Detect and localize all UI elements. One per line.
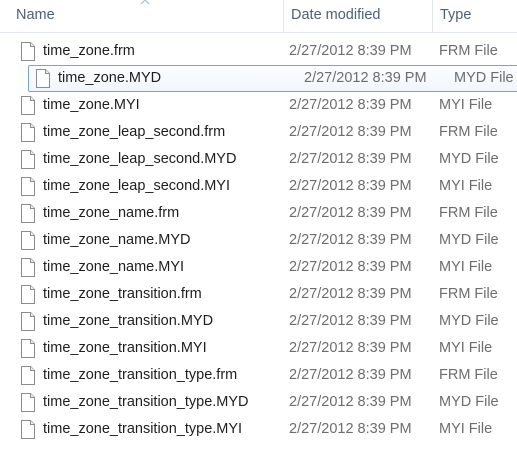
file-name: time_zone_leap_second.MYD [43, 151, 237, 167]
generic-file-icon [21, 96, 35, 115]
file-date-modified: 2/27/2012 8:39 PM [289, 178, 412, 194]
file-type: MYD File [454, 70, 514, 86]
file-date-modified: 2/27/2012 8:39 PM [289, 286, 412, 302]
generic-file-icon [21, 312, 35, 331]
file-date-modified: 2/27/2012 8:39 PM [289, 313, 412, 329]
generic-file-icon [21, 150, 35, 169]
file-name: time_zone_leap_second.MYI [43, 178, 231, 194]
generic-file-icon [21, 393, 35, 412]
generic-file-icon [21, 204, 35, 223]
file-type: MYI File [439, 259, 493, 275]
file-type: MYI File [439, 97, 493, 113]
column-header-date-modified[interactable]: Date modified [283, 0, 432, 32]
file-name: time_zone.MYI [43, 97, 140, 113]
file-date-modified: 2/27/2012 8:39 PM [289, 43, 412, 59]
file-date-modified: 2/27/2012 8:39 PM [289, 124, 412, 140]
file-row[interactable]: time_zone_leap_second.MYD 2/27/2012 8:39 … [0, 146, 517, 173]
file-row[interactable]: time_zone_transition.MYD 2/27/2012 8:39 P… [0, 308, 517, 335]
file-type: FRM File [439, 124, 498, 140]
file-list-view: Name Date modified Type time_zone.frm 2/2… [0, 0, 517, 462]
column-header-name-label: Name [16, 7, 55, 23]
file-type: MYI File [439, 421, 493, 437]
generic-file-icon [21, 177, 35, 196]
file-name: time_zone_transition_type.MYD [43, 394, 249, 410]
file-row[interactable]: time_zone_transition_type.frm 2/27/2012 8… [0, 362, 517, 389]
generic-file-icon [21, 420, 35, 439]
file-name: time_zone_transition.MYI [43, 340, 207, 356]
file-row[interactable]: time_zone_transition.frm 2/27/2012 8:39 P… [0, 281, 517, 308]
file-row[interactable]: time_zone_name.frm 2/27/2012 8:39 PM FRM F… [0, 200, 517, 227]
file-row[interactable]: time_zone_transition.MYI 2/27/2012 8:39 P… [0, 335, 517, 362]
file-type: MYD File [439, 151, 499, 167]
file-date-modified: 2/27/2012 8:39 PM [289, 421, 412, 437]
column-header-name[interactable]: Name [0, 0, 283, 32]
file-name: time_zone_transition.MYD [43, 313, 214, 329]
file-date-modified: 2/27/2012 8:39 PM [289, 97, 412, 113]
file-row[interactable]: time_zone_leap_second.MYI 2/27/2012 8:39 … [0, 173, 517, 200]
file-name: time_zone.MYD [58, 70, 162, 86]
file-name: time_zone_name.frm [43, 205, 180, 221]
file-type: MYD File [439, 232, 499, 248]
file-type: FRM File [439, 367, 498, 383]
file-date-modified: 2/27/2012 8:39 PM [289, 367, 412, 383]
file-name: time_zone_transition_type.frm [43, 367, 238, 383]
file-name: time_zone_transition.frm [43, 286, 202, 302]
file-type: FRM File [439, 205, 498, 221]
generic-file-icon [21, 339, 35, 358]
file-name: time_zone_name.MYD [43, 232, 191, 248]
generic-file-icon [21, 258, 35, 277]
file-name: time_zone.frm [43, 43, 135, 59]
file-date-modified: 2/27/2012 8:39 PM [289, 340, 412, 356]
file-date-modified: 2/27/2012 8:39 PM [289, 151, 412, 167]
generic-file-icon [21, 285, 35, 304]
file-row[interactable]: time_zone_transition_type.MYI 2/27/2012 8… [0, 416, 517, 443]
file-row[interactable]: time_zone_name.MYD 2/27/2012 8:39 PM MYD F… [0, 227, 517, 254]
file-date-modified: 2/27/2012 8:39 PM [304, 70, 427, 86]
sort-ascending-icon [140, 0, 150, 5]
file-type: FRM File [439, 43, 498, 59]
generic-file-icon [21, 123, 35, 142]
file-type: MYD File [439, 313, 499, 329]
column-header-bar: Name Date modified Type [0, 0, 517, 33]
file-date-modified: 2/27/2012 8:39 PM [289, 232, 412, 248]
column-header-type-label: Type [440, 7, 472, 23]
file-type: FRM File [439, 286, 498, 302]
file-row[interactable]: time_zone_transition_type.MYD 2/27/2012 8… [0, 389, 517, 416]
file-type: MYD File [439, 394, 499, 410]
file-row[interactable]: time_zone.MYI 2/27/2012 8:39 PM MYI File [0, 92, 517, 119]
file-name: time_zone_transition_type.MYI [43, 421, 243, 437]
file-name: time_zone_name.MYI [43, 259, 185, 275]
file-row[interactable]: time_zone.frm 2/27/2012 8:39 PM FRM File [0, 38, 517, 65]
file-type: MYI File [439, 178, 493, 194]
file-date-modified: 2/27/2012 8:39 PM [289, 205, 412, 221]
file-date-modified: 2/27/2012 8:39 PM [289, 394, 412, 410]
column-header-date-label: Date modified [291, 7, 381, 23]
file-type: MYI File [439, 340, 493, 356]
file-row[interactable]: time_zone_leap_second.frm 2/27/2012 8:39 … [0, 119, 517, 146]
file-name: time_zone_leap_second.frm [43, 124, 226, 140]
file-row[interactable]: time_zone.MYD 2/27/2012 8:39 PM MYD File [28, 65, 517, 92]
generic-file-icon [21, 231, 35, 250]
file-row[interactable]: time_zone_name.MYI 2/27/2012 8:39 PM MYI F… [0, 254, 517, 281]
generic-file-icon [36, 69, 50, 88]
generic-file-icon [21, 366, 35, 385]
file-rows: time_zone.frm 2/27/2012 8:39 PM FRM File ti… [0, 38, 517, 443]
generic-file-icon [21, 42, 35, 61]
column-header-type[interactable]: Type [432, 0, 517, 32]
file-date-modified: 2/27/2012 8:39 PM [289, 259, 412, 275]
